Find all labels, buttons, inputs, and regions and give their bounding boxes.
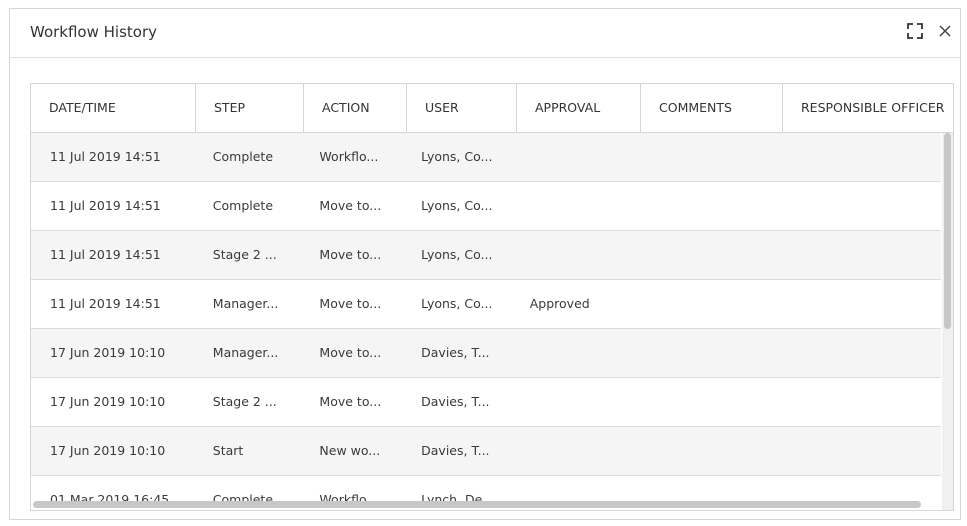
cell-datetime: 11 Jul 2019 14:51: [50, 296, 161, 311]
table-row[interactable]: 11 Jul 2019 14:51 Complete Move to... Lyons…: [31, 182, 941, 231]
close-icon[interactable]: [935, 21, 955, 41]
table-row[interactable]: 11 Jul 2019 14:51 Manager... Move to... Lyo…: [31, 280, 941, 329]
cell-datetime: 17 Jun 2019 10:10: [50, 443, 166, 458]
table-row[interactable]: 17 Jun 2019 10:10 Start New wo... Davies, T…: [31, 427, 941, 476]
cell-comments: [633, 280, 773, 328]
cell-step: Complete: [212, 149, 274, 164]
column-header-user[interactable]: USER: [407, 84, 517, 132]
column-header-datetime[interactable]: DATE/TIME: [31, 84, 196, 132]
column-header-responsible-officer[interactable]: RESPONSIBLE OFFICER: [783, 84, 953, 132]
cell-user: Lyons, Co...: [421, 198, 493, 213]
cell-user: Davies, T...: [421, 345, 490, 360]
column-header-approval[interactable]: APPROVAL: [517, 84, 641, 132]
cell-user: Lyons, Co...: [421, 296, 493, 311]
cell-datetime: 11 Jul 2019 14:51: [50, 247, 161, 262]
cell-approval: [511, 427, 633, 475]
cell-datetime: 11 Jul 2019 14:51: [50, 149, 161, 164]
table-row[interactable]: 11 Jul 2019 14:51 Complete Workflo... Lyons…: [31, 133, 941, 182]
horizontal-scrollbar-thumb[interactable]: [33, 501, 921, 508]
workflow-history-dialog: Workflow History DATE/TIME STEP ACTION U…: [9, 8, 961, 520]
cell-user: Davies, T...: [421, 394, 490, 409]
cell-action: Move to...: [319, 198, 382, 213]
cell-step: Complete: [212, 198, 274, 213]
cell-user: Davies, T...: [421, 443, 490, 458]
cell-action: Move to...: [319, 247, 382, 262]
cell-comments: [633, 231, 773, 279]
cell-comments: [633, 427, 773, 475]
cell-responsible-officer: [773, 133, 941, 181]
table-header-row: DATE/TIME STEP ACTION USER APPROVAL COMM…: [31, 84, 953, 133]
dialog-title: Workflow History: [30, 23, 158, 41]
cell-action: Move to...: [319, 345, 382, 360]
cell-datetime: 17 Jun 2019 10:10: [50, 345, 166, 360]
expand-icon[interactable]: [905, 21, 925, 41]
cell-approval: [511, 182, 633, 230]
cell-step: Stage 2 ...: [212, 247, 277, 262]
cell-approval: [511, 231, 633, 279]
cell-action: Move to...: [319, 394, 382, 409]
cell-approval: Approved: [529, 296, 590, 311]
cell-approval: [511, 378, 633, 426]
cell-action: Move to...: [319, 296, 382, 311]
cell-step: Start: [212, 443, 244, 458]
cell-step: Stage 2 ...: [212, 394, 277, 409]
cell-comments: [633, 329, 773, 377]
cell-responsible-officer: [773, 280, 941, 328]
cell-comments: [633, 378, 773, 426]
cell-datetime: 11 Jul 2019 14:51: [50, 198, 161, 213]
cell-user: Lyons, Co...: [421, 247, 493, 262]
cell-step: Manager...: [212, 345, 279, 360]
cell-responsible-officer: [773, 378, 941, 426]
cell-action: Workflo...: [319, 149, 379, 164]
column-header-comments[interactable]: COMMENTS: [641, 84, 783, 132]
column-header-action[interactable]: ACTION: [304, 84, 407, 132]
cell-user: Lyons, Co...: [421, 149, 493, 164]
table-row[interactable]: 17 Jun 2019 10:10 Manager... Move to... Dav…: [31, 329, 941, 378]
cell-comments: [633, 133, 773, 181]
dialog-header: Workflow History: [10, 9, 960, 58]
workflow-history-table: DATE/TIME STEP ACTION USER APPROVAL COMM…: [30, 83, 954, 511]
vertical-scrollbar[interactable]: [942, 133, 953, 510]
table-row[interactable]: 11 Jul 2019 14:51 Stage 2 ... Move to... Ly…: [31, 231, 941, 280]
cell-approval: [511, 329, 633, 377]
column-header-step[interactable]: STEP: [196, 84, 304, 132]
cell-step: Manager...: [212, 296, 279, 311]
cell-comments: [633, 182, 773, 230]
cell-approval: [511, 133, 633, 181]
cell-action: New wo...: [319, 443, 381, 458]
table-body: 11 Jul 2019 14:51 Complete Workflo... Lyons…: [31, 133, 941, 510]
horizontal-scrollbar[interactable]: [31, 500, 941, 510]
cell-responsible-officer: [773, 329, 941, 377]
table-row[interactable]: 17 Jun 2019 10:10 Stage 2 ... Move to... Da…: [31, 378, 941, 427]
cell-responsible-officer: [773, 427, 941, 475]
vertical-scrollbar-thumb[interactable]: [944, 133, 951, 329]
cell-responsible-officer: [773, 182, 941, 230]
cell-responsible-officer: [773, 231, 941, 279]
cell-datetime: 17 Jun 2019 10:10: [50, 394, 166, 409]
